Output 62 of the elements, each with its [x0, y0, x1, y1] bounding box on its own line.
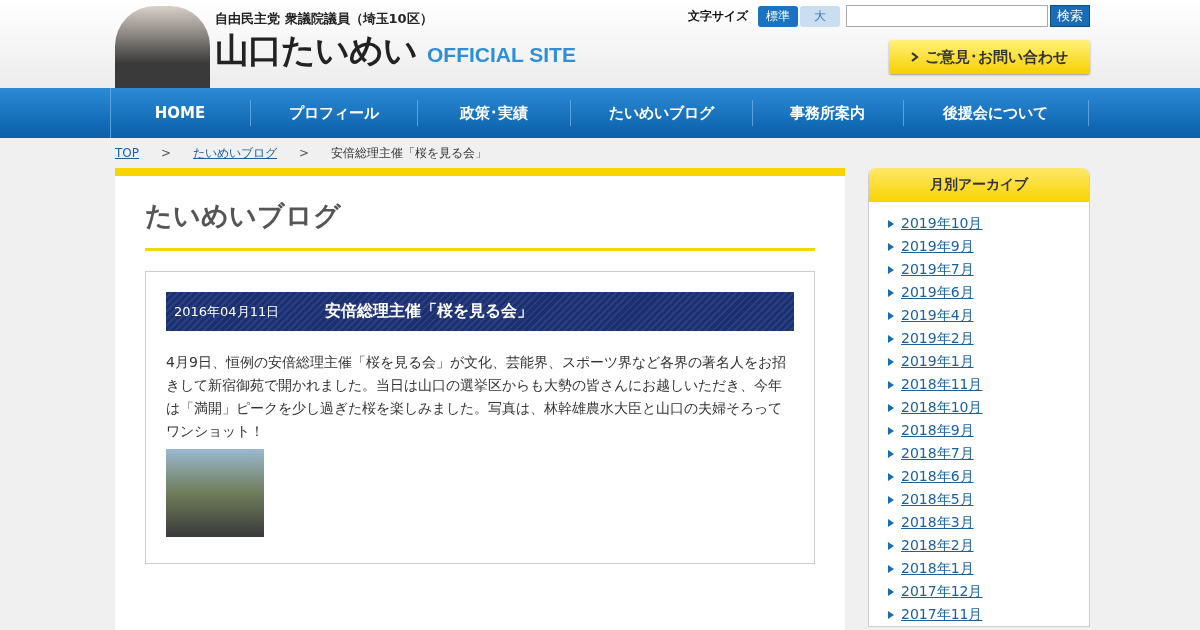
archive-link[interactable]: 2018年10月	[901, 398, 983, 417]
archive-link[interactable]: 2018年9月	[901, 421, 974, 440]
page-heading: たいめいブログ	[145, 198, 815, 251]
triangle-bullet-icon	[888, 426, 894, 435]
archive-link[interactable]: 2019年4月	[901, 306, 974, 325]
nav-link[interactable]: たいめいブログ	[570, 100, 753, 126]
archive-link[interactable]: 2018年1月	[901, 559, 974, 578]
search-button[interactable]: 検索	[1050, 5, 1090, 27]
search-field[interactable]	[846, 5, 1048, 27]
archive-link[interactable]: 2018年6月	[901, 467, 974, 486]
triangle-bullet-icon	[888, 449, 894, 458]
post-title: 安倍総理主催「桜を見る会」	[325, 301, 534, 322]
archive-link[interactable]: 2018年3月	[901, 513, 974, 532]
font-size-button[interactable]: 標準	[758, 5, 798, 27]
triangle-bullet-icon	[888, 334, 894, 343]
nav-link[interactable]: HOME	[110, 100, 251, 126]
triangle-bullet-icon	[888, 311, 894, 320]
archive-title: 月別アーカイブ	[869, 168, 1089, 202]
archive-link[interactable]: 2017年11月	[901, 605, 983, 624]
archive-link[interactable]: 2019年6月	[901, 283, 974, 302]
triangle-bullet-icon	[888, 564, 894, 573]
nav-link[interactable]: 後援会について	[903, 100, 1089, 126]
triangle-bullet-icon	[888, 357, 894, 366]
triangle-bullet-icon	[888, 472, 894, 481]
nav-link[interactable]: プロフィール	[250, 100, 418, 126]
breadcrumb-current: 安倍総理主催「桜を見る会」	[331, 144, 488, 162]
archive-link[interactable]: 2019年1月	[901, 352, 974, 371]
nav-link[interactable]: 事務所案内	[752, 100, 904, 126]
archive-link[interactable]: 2018年7月	[901, 444, 974, 463]
triangle-bullet-icon	[888, 541, 894, 550]
official-site-label: OFFICIAL SITE	[427, 43, 576, 67]
party-line: 自由民主党 衆議院議員（埼玉10区）	[215, 10, 434, 28]
site-name[interactable]: 山口たいめい	[215, 28, 417, 74]
triangle-bullet-icon	[888, 380, 894, 389]
breadcrumb-separator: >	[161, 146, 172, 160]
font-size-label: 文字サイズ	[688, 7, 748, 25]
triangle-bullet-icon	[888, 495, 894, 504]
contact-button[interactable]: ご意見･お問い合わせ	[889, 40, 1090, 74]
archive-link[interactable]: 2018年11月	[901, 375, 983, 394]
triangle-bullet-icon	[888, 265, 894, 274]
triangle-bullet-icon	[888, 610, 894, 619]
archive-link[interactable]: 2019年10月	[901, 214, 983, 233]
nav-link[interactable]: 政策･実績	[417, 100, 571, 126]
archive-link[interactable]: 2018年5月	[901, 490, 974, 509]
breadcrumb-link[interactable]: TOP	[115, 146, 139, 160]
archive-link[interactable]: 2017年12月	[901, 582, 983, 601]
triangle-bullet-icon	[888, 242, 894, 251]
triangle-bullet-icon	[888, 288, 894, 297]
font-size-button[interactable]: 大	[800, 5, 840, 27]
breadcrumb-separator: >	[299, 146, 310, 160]
archive-link[interactable]: 2019年2月	[901, 329, 974, 348]
triangle-bullet-icon	[888, 587, 894, 596]
post-body: 4月9日、恒例の安倍総理主催「桜を見る会」が文化、芸能界、スポーツ界など各界の著名人をお招きして新宿御苑で開かれました。当日は山口の選挙区からも大勢の皆さんにお越しいただき、今年は「満開」ピークを少し過ぎた桜を楽しみました。写真は、林幹雄農水大臣と山口の夫婦そろってワンショット！	[166, 353, 787, 441]
triangle-bullet-icon	[888, 403, 894, 412]
post-date: 2016年04月11日	[174, 302, 280, 321]
breadcrumb-link[interactable]: たいめいブログ	[193, 144, 278, 162]
triangle-bullet-icon	[888, 219, 894, 228]
chevron-icon	[911, 52, 919, 62]
archive-link[interactable]: 2019年7月	[901, 260, 974, 279]
archive-link[interactable]: 2018年2月	[901, 536, 974, 555]
archive-link[interactable]: 2019年9月	[901, 237, 974, 256]
triangle-bullet-icon	[888, 518, 894, 527]
